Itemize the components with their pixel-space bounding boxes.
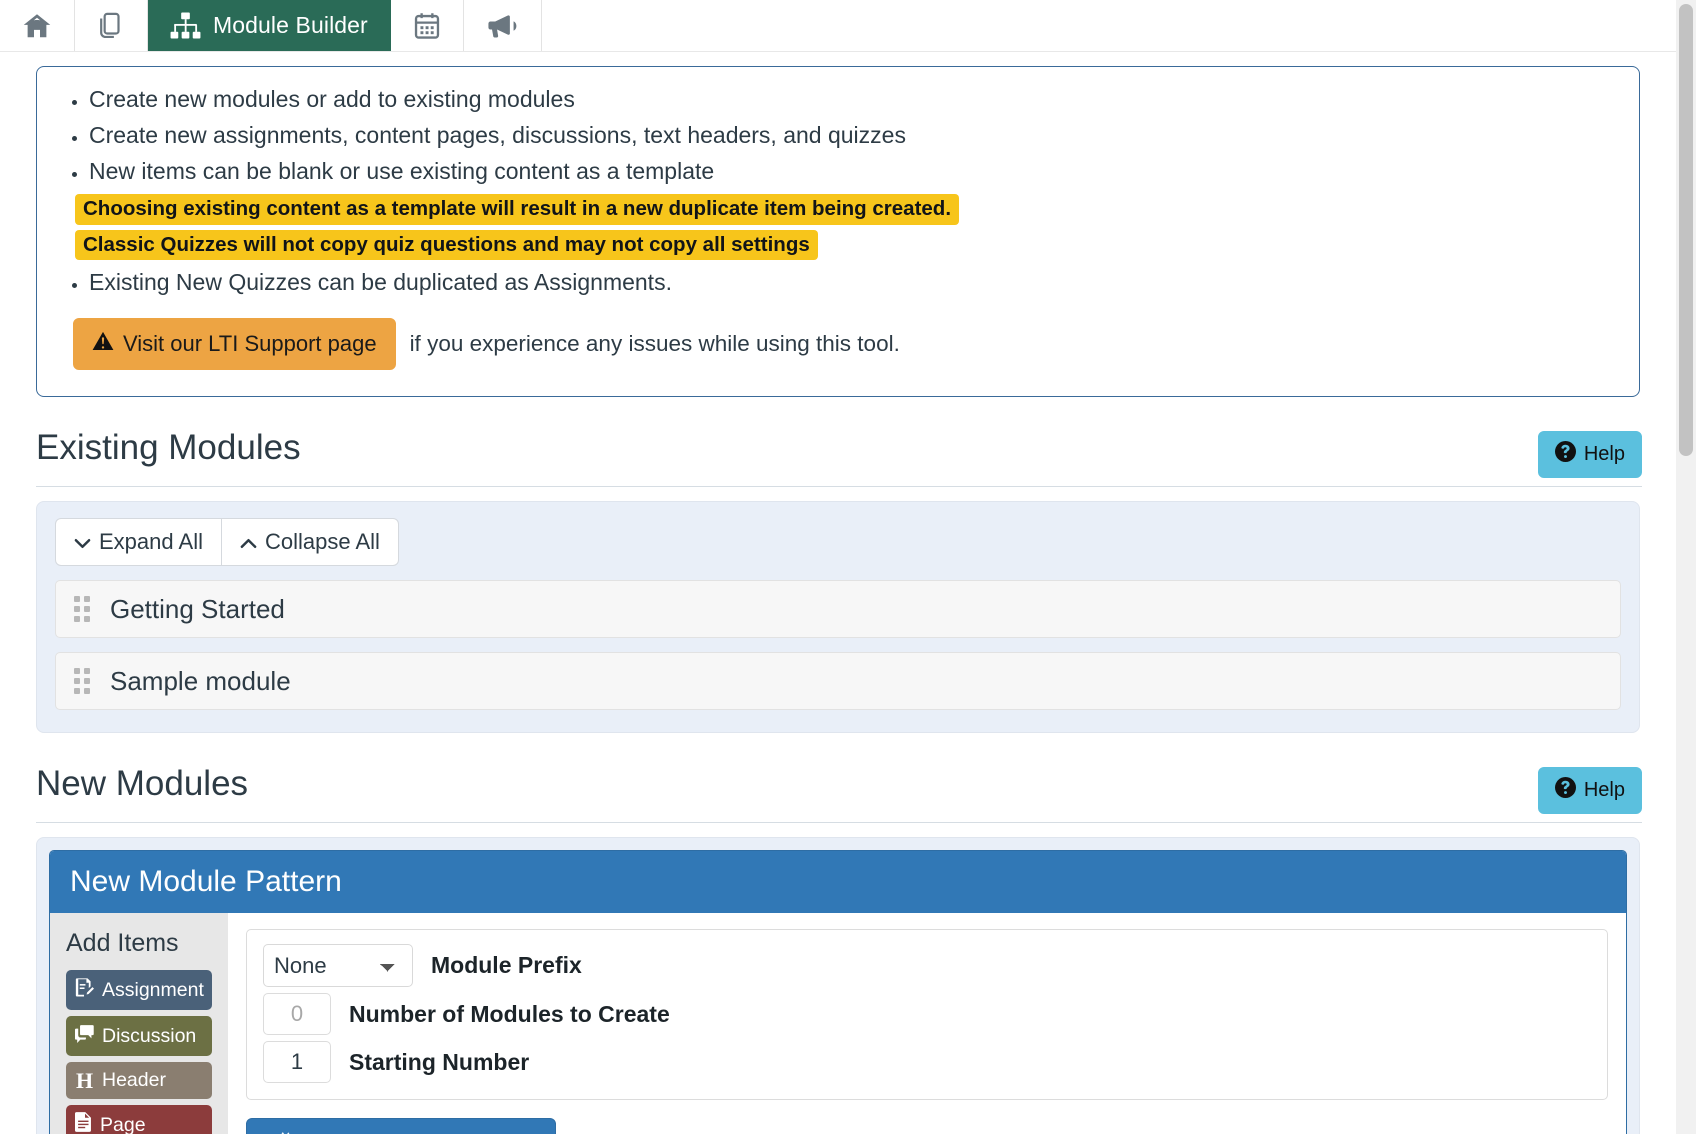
warning-triangle-icon [92,331,114,357]
header-h-icon: H [75,1067,94,1093]
add-item-label: Discussion [102,1024,197,1047]
help-button-label: Help [1583,443,1625,466]
info-bullet: Create new modules or add to existing mo… [89,85,1619,113]
starting-number-label: Starting Number [349,1048,530,1075]
info-bullet: Existing New Quizzes can be duplicated a… [89,268,1619,296]
add-item-label: Assignment [102,978,204,1001]
pattern-form-box: None Module Prefix Number of Modules to … [246,929,1608,1101]
add-items-title: Add Items [66,929,179,958]
lti-support-link-button[interactable]: Visit our LTI Support page [73,318,396,371]
module-prefix-select[interactable]: None [263,944,413,988]
starting-number-row: Starting Number [263,1041,1591,1084]
generate-module-list-button[interactable]: Generate Module List [246,1118,557,1134]
module-row-sample-module[interactable]: Sample module [55,652,1621,711]
number-of-modules-input[interactable] [263,993,331,1036]
help-button-label: Help [1583,779,1625,802]
new-module-pattern-inner: New Module Pattern Add Items Assignment … [49,850,1627,1134]
question-circle-icon [1554,777,1576,804]
nav-tab-module-builder[interactable]: Module Builder [148,0,391,51]
drag-grip-icon[interactable] [74,596,90,623]
top-navigation-bar: Module Builder [0,0,1686,52]
add-item-page-button[interactable]: Page [66,1105,212,1134]
nav-tab-home[interactable] [0,0,75,51]
home-icon [22,11,52,41]
info-highlight-row: Choosing existing content as a template … [75,193,1619,225]
lti-support-label: Visit our LTI Support page [123,331,377,357]
nav-tab-calendar[interactable] [390,0,464,51]
info-bullet: Create new assignments, content pages, d… [89,121,1619,149]
drag-grip-icon[interactable] [74,668,90,695]
info-panel: Create new modules or add to existing mo… [36,66,1640,398]
info-bullet: New items can be blank or use existing c… [89,157,1619,185]
add-item-header-button[interactable]: H Header [66,1062,212,1100]
chevron-down-icon [74,529,91,555]
new-modules-header: New Modules Help [36,763,1642,815]
module-name: Sample module [110,665,291,696]
add-item-assignment-button[interactable]: Assignment [66,970,212,1011]
section-divider [36,822,1642,824]
support-tail-text: if you experience any issues while using… [409,331,900,357]
assignment-icon [75,977,94,1003]
chevron-up-icon [240,529,257,555]
add-item-label: Page [100,1113,146,1134]
module-count-row: Number of Modules to Create [263,993,1591,1036]
new-module-pattern-card: New Module Pattern Add Items Assignment … [36,837,1640,1134]
nav-tab-announcements[interactable] [463,0,542,51]
page-icon [75,1112,92,1134]
module-prefix-row: None Module Prefix [263,944,1591,988]
page-title-new-modules: New Modules [36,764,249,804]
page-scrollbar-thumb[interactable] [1679,4,1693,456]
help-button-new-modules[interactable]: Help [1537,767,1642,815]
support-row: Visit our LTI Support page if you experi… [73,318,1619,371]
expand-all-label: Expand All [99,529,203,555]
new-module-pattern-title: New Module Pattern [50,851,1626,914]
starting-number-input[interactable] [263,1041,331,1084]
collapse-all-button[interactable]: Collapse All [221,518,399,567]
number-of-modules-label: Number of Modules to Create [349,1000,670,1027]
megaphone-icon [486,12,519,40]
nav-tab-copy-pages[interactable] [75,0,148,51]
section-divider [36,486,1642,488]
info-highlight-row: Classic Quizzes will not copy quiz quest… [75,229,1619,261]
nav-tab-label-module-builder: Module Builder [213,12,368,38]
info-bullet-list: Create new modules or add to existing mo… [57,85,1619,296]
pattern-form-area: None Module Prefix Number of Modules to … [228,913,1626,1134]
new-module-pattern-body: Add Items Assignment Discussion H Header… [50,913,1626,1134]
expand-collapse-button-group: Expand All Collapse All [55,518,399,567]
help-button-existing-modules[interactable]: Help [1537,431,1642,479]
add-item-discussion-button[interactable]: Discussion [66,1016,212,1057]
existing-modules-container: Expand All Collapse All Getting Started … [36,501,1640,734]
expand-all-button[interactable]: Expand All [55,518,222,567]
add-items-sidebar: Add Items Assignment Discussion H Header… [50,913,228,1134]
page-title-existing-modules: Existing Modules [36,428,301,468]
module-name: Getting Started [110,593,285,624]
highlight-classic-quizzes-warning: Classic Quizzes will not copy quiz quest… [75,229,818,261]
page-content: Create new modules or add to existing mo… [0,66,1676,1134]
module-row-getting-started[interactable]: Getting Started [55,580,1621,639]
module-builder-icon [170,12,201,39]
copy-pages-icon [97,11,125,41]
module-prefix-label: Module Prefix [431,952,582,979]
question-circle-icon [1554,441,1576,468]
highlight-duplicate-warning: Choosing existing content as a template … [75,194,960,225]
page-scrollbar[interactable] [1676,0,1696,1134]
existing-modules-header: Existing Modules Help [36,427,1642,479]
collapse-all-label: Collapse All [264,529,380,555]
discussion-icon [75,1023,94,1049]
calendar-icon [413,11,441,41]
add-item-label: Header [102,1069,166,1092]
